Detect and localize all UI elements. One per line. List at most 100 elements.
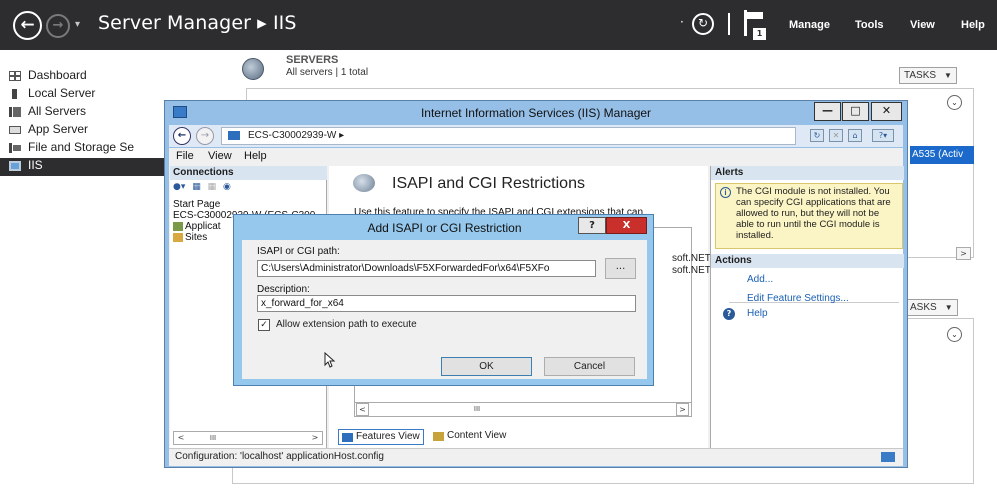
history-dropdown-icon[interactable]: ▾ (75, 19, 80, 30)
tab-features-view[interactable]: Features View (338, 429, 424, 445)
ok-button[interactable]: OK (441, 357, 532, 376)
close-button[interactable]: ✕ (871, 102, 902, 121)
menu-help[interactable]: Help (961, 19, 985, 31)
tree-start-page[interactable]: Start Page (173, 199, 220, 210)
address-field[interactable]: ECS-C30002939-W ▸ (221, 127, 796, 145)
back-arrow-icon[interactable]: ← (13, 11, 42, 40)
scroll-thumb[interactable]: III (196, 434, 230, 442)
connections-toolbar: ●▾ ▦ ▦ ◉ (173, 182, 323, 196)
cancel-button[interactable]: Cancel (544, 357, 635, 376)
menu-view[interactable]: View (208, 150, 232, 162)
alerts-header: Alerts (711, 166, 904, 180)
expand-chevron-icon[interactable]: ⌄ (947, 327, 962, 342)
horizontal-scrollbar[interactable]: < III > (173, 431, 323, 445)
scroll-left-arrow-icon[interactable]: < (356, 403, 369, 416)
scroll-right-arrow-icon[interactable]: > (956, 247, 971, 260)
status-text: Configuration: 'localhost' applicationHo… (175, 451, 384, 462)
description-input[interactable]: x_forward_for_x64 (257, 295, 636, 312)
feature-title: ISAPI and CGI Restrictions (392, 175, 585, 192)
status-bar: Configuration: 'localhost' applicationHo… (169, 448, 903, 466)
scroll-left-arrow-icon[interactable]: < (174, 432, 188, 444)
sites-folder-icon (173, 232, 183, 242)
tree-sites[interactable]: Sites (173, 232, 207, 243)
refresh-icon[interactable]: ↻ (692, 13, 714, 35)
refresh-dot: · (680, 15, 684, 29)
iis-address-bar: ← → ECS-C30002939-W ▸ ↻ ✕ ⌂ ?▾ (169, 125, 903, 147)
dialog-help-button[interactable]: ? (578, 217, 606, 234)
maximize-button[interactable]: □ (842, 102, 869, 121)
tasks-button-2[interactable]: ASKS ▼ (905, 299, 958, 316)
browse-button[interactable]: ... (605, 258, 636, 279)
tree-label: Applicat (185, 221, 221, 232)
content-view-icon (433, 432, 444, 441)
server-icon (228, 130, 240, 140)
list-item[interactable]: soft.NET (672, 265, 711, 276)
mouse-cursor-icon (324, 352, 336, 368)
breadcrumb: Server Manager ▸ IIS (98, 12, 297, 34)
network-status-icon (881, 452, 895, 462)
menu-help[interactable]: Help (244, 150, 267, 162)
add-link[interactable]: Add... (747, 274, 773, 285)
selected-server-row[interactable]: A535 (Activ (910, 146, 974, 164)
menu-view[interactable]: View (910, 19, 935, 31)
scroll-right-arrow-icon[interactable]: > (676, 403, 689, 416)
sidebar-item-label: Local Server (28, 86, 96, 100)
list-item[interactable]: soft.NET (672, 253, 711, 264)
iis-menu-bar: File View Help (169, 148, 903, 166)
scroll-thumb[interactable]: III (417, 405, 537, 414)
app-pools-icon (173, 221, 183, 231)
isapi-cgi-icon (353, 174, 375, 192)
sidebar-item-all-servers[interactable]: All Servers (9, 104, 86, 122)
refresh-icon[interactable]: ↻ (810, 129, 824, 142)
minimize-button[interactable]: — (814, 102, 841, 121)
info-icon: i (720, 187, 731, 198)
servers-tile-title: SERVERS (286, 54, 339, 66)
chevron-down-icon: ▼ (944, 71, 952, 80)
path-label: ISAPI or CGI path: (257, 246, 340, 257)
all-servers-icon (9, 107, 21, 117)
sidebar-item-local-server[interactable]: Local Server (12, 86, 96, 104)
horizontal-scrollbar[interactable]: < III > (355, 402, 691, 416)
sidebar-item-label: Dashboard (28, 68, 87, 82)
forward-arrow-icon[interactable]: → (46, 14, 70, 38)
menu-tools[interactable]: Tools (855, 19, 884, 31)
tab-label: Features View (356, 431, 420, 442)
home-icon[interactable]: ⌂ (848, 129, 862, 142)
actions-pane: Alerts i The CGI module is not installed… (710, 166, 904, 448)
edit-feature-settings-link[interactable]: Edit Feature Settings... (747, 293, 849, 304)
help-dropdown-icon[interactable]: ?▾ (872, 129, 894, 142)
alert-message: i The CGI module is not installed. You c… (715, 183, 903, 249)
allow-execute-checkbox[interactable]: ✓ (258, 319, 270, 331)
menu-manage[interactable]: Manage (789, 19, 830, 31)
stop-icon[interactable]: ✕ (829, 129, 843, 142)
help-icon: ? (723, 308, 735, 320)
allow-execute-label: Allow extension path to execute (276, 319, 417, 330)
tree-app-pools[interactable]: Applicat (173, 221, 221, 232)
tab-content-view[interactable]: Content View (430, 429, 509, 445)
add-restriction-dialog: Add ISAPI or CGI Restriction ? X ISAPI o… (233, 214, 654, 386)
file-storage-icon (9, 143, 21, 153)
forward-arrow-icon[interactable]: → (196, 127, 214, 145)
connect-icon[interactable]: ●▾ (173, 182, 185, 192)
iis-window-title: Internet Information Services (IIS) Mana… (420, 106, 652, 120)
servers-icon (242, 58, 264, 80)
menu-file[interactable]: File (176, 150, 194, 162)
iis-icon (9, 161, 21, 171)
up-icon[interactable]: ▦ (208, 182, 217, 192)
expand-chevron-icon[interactable]: ⌄ (947, 95, 962, 110)
sidebar-item-app-server[interactable]: App Server (9, 122, 88, 140)
tasks-button[interactable]: TASKS ▼ (899, 67, 957, 84)
sidebar-item-dashboard[interactable]: Dashboard (9, 68, 87, 86)
dialog-close-button[interactable]: X (606, 217, 647, 234)
help-link[interactable]: Help (747, 308, 768, 319)
disconnect-icon[interactable]: ◉ (223, 182, 231, 192)
chevron-down-icon: ▼ (944, 303, 953, 312)
path-input[interactable]: C:\Users\Administrator\Downloads\F5XForw… (257, 260, 596, 277)
scroll-right-arrow-icon[interactable]: > (308, 432, 322, 444)
iis-titlebar: Internet Information Services (IIS) Mana… (165, 101, 907, 124)
sidebar-item-label: IIS (28, 158, 43, 172)
back-arrow-icon[interactable]: ← (173, 127, 191, 145)
sidebar-item-file-storage[interactable]: File and Storage Se (9, 140, 134, 158)
save-icon[interactable]: ▦ (192, 182, 201, 192)
description-label: Description: (257, 284, 310, 295)
